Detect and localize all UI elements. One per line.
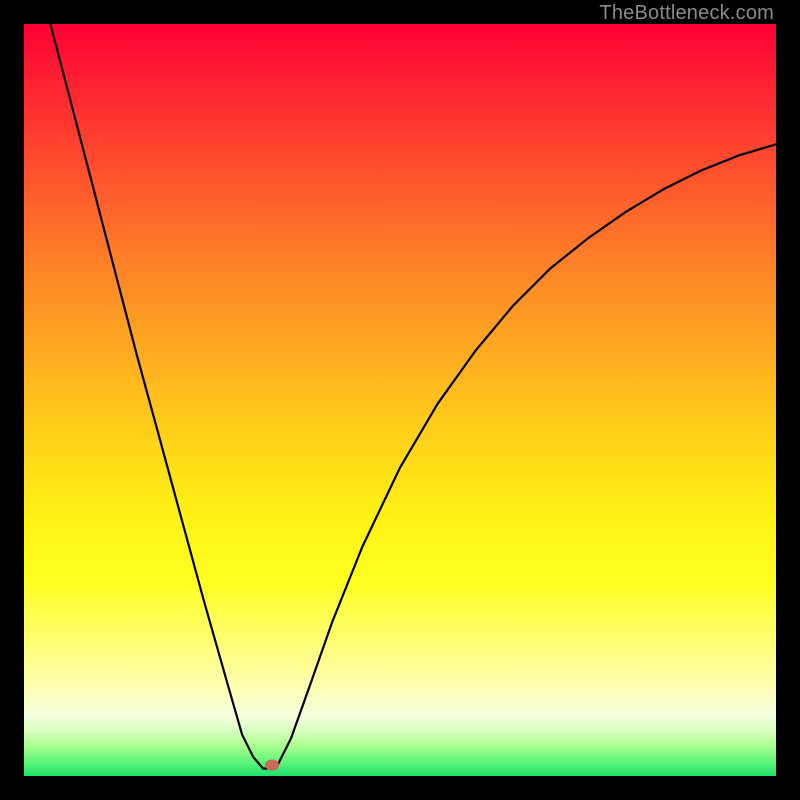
- curve-path: [50, 24, 776, 769]
- chart-frame: TheBottleneck.com: [0, 0, 800, 800]
- watermark-text: TheBottleneck.com: [599, 2, 774, 25]
- optimal-marker: [265, 759, 279, 770]
- bottleneck-curve: [24, 24, 776, 776]
- plot-area: [24, 24, 776, 776]
